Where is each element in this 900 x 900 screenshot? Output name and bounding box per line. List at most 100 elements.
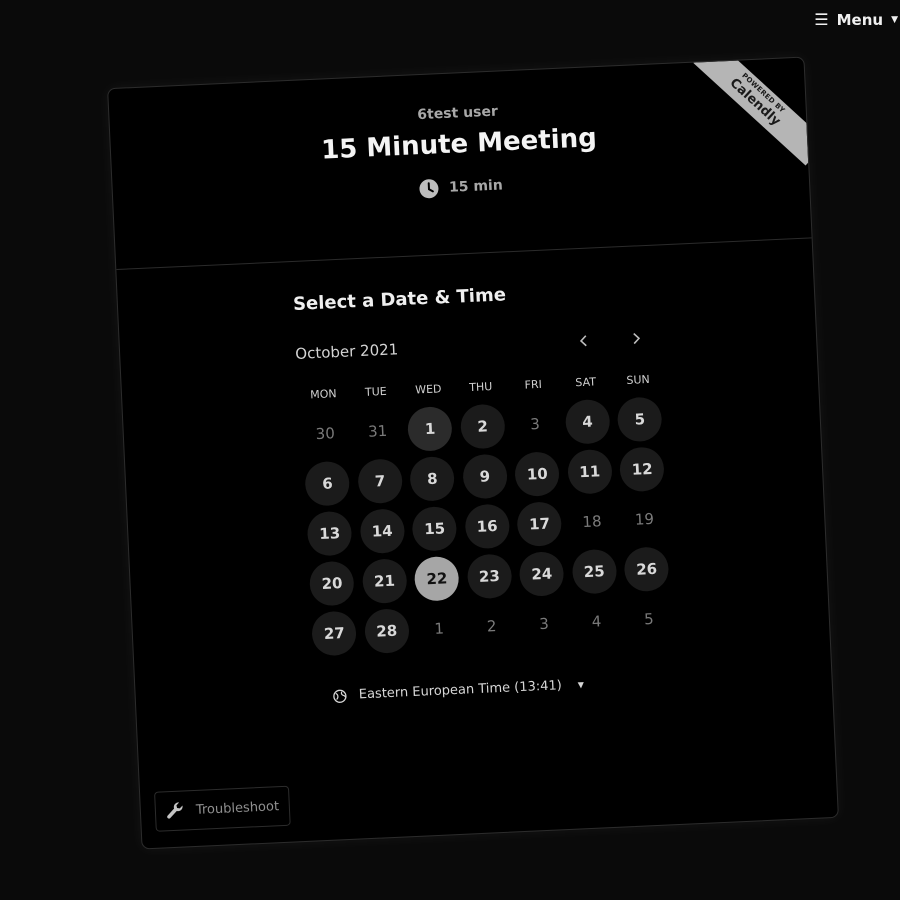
calendar-day-button[interactable]: 1	[407, 405, 454, 452]
calendar-day-button[interactable]: 2	[459, 403, 506, 450]
calendar-day-button[interactable]: 4	[564, 398, 611, 445]
top-menu[interactable]: ☰ Menu ▼	[814, 10, 898, 29]
day-cell: 31	[350, 405, 405, 457]
day-cell: 17	[512, 498, 567, 550]
calendar-day-unavailable: 1	[434, 619, 445, 638]
day-cell: 22	[410, 553, 465, 605]
calendar-day-button[interactable]: 21	[361, 558, 408, 605]
calendar-day-button[interactable]: 22	[413, 555, 460, 602]
wrench-icon	[167, 802, 183, 819]
troubleshoot-label[interactable]: Troubleshoot	[196, 799, 280, 818]
day-cell: 19	[617, 493, 672, 545]
weekday-label: TUE	[364, 384, 388, 399]
booking-card: POWERED BY Calendly 6test user 15 Minute…	[107, 56, 839, 850]
day-cell: 1	[403, 403, 458, 455]
calendar-days-grid: 30 31 1 2 3 4 5 6 7 8 9 10 11 12 13 14 15 16 17 18 19 20 21 22 2…	[298, 393, 677, 659]
section-title: Select a Date & Time	[292, 284, 507, 315]
timezone-selector[interactable]: Eastern European Time (13:41) ▼	[333, 666, 832, 704]
timezone-label[interactable]: Eastern European Time (13:41)	[359, 678, 563, 702]
calendar-day-unavailable: 3	[529, 414, 541, 434]
calendar-day-unavailable: 4	[591, 612, 602, 631]
calendar-day-button[interactable]: 7	[356, 458, 403, 505]
day-cell: 30	[298, 408, 353, 460]
day-cell: 15	[407, 503, 462, 555]
menu-label[interactable]: Menu	[837, 11, 883, 29]
day-cell: 4	[560, 396, 615, 448]
day-cell: 5	[622, 593, 677, 645]
calendar-day-button[interactable]: 17	[516, 501, 563, 548]
duration-label: 15 min	[448, 177, 504, 196]
day-cell: 16	[460, 500, 515, 552]
calendar-day-button[interactable]: 23	[466, 553, 513, 600]
day-cell: 11	[562, 446, 617, 498]
calendar-day-button[interactable]: 8	[409, 455, 456, 502]
calendar-day-button[interactable]: 25	[571, 548, 618, 595]
day-cell: 25	[567, 545, 622, 597]
calendar-day-button[interactable]: 27	[311, 610, 358, 657]
day-cell: 20	[305, 557, 360, 609]
hamburger-icon[interactable]: ☰	[814, 10, 828, 29]
calendar-day-button[interactable]: 6	[304, 460, 351, 507]
clock-icon	[419, 179, 439, 199]
weekday-label: THU	[468, 380, 493, 395]
calendar-day-button[interactable]: 20	[309, 560, 356, 607]
day-cell: 26	[619, 543, 674, 595]
calendar-day-button[interactable]: 11	[566, 448, 613, 495]
calendar-day-unavailable: 3	[538, 614, 550, 634]
calendar-day-button[interactable]: 15	[411, 505, 458, 552]
day-cell: 12	[615, 443, 670, 495]
calendar-day-unavailable: 31	[367, 421, 388, 441]
calendar-day-unavailable: 5	[643, 609, 655, 629]
weekday-label: MON	[309, 387, 337, 402]
calendar-day-unavailable: 2	[486, 617, 497, 636]
troubleshoot-button[interactable]: Troubleshoot	[154, 785, 291, 832]
calendar-day-button[interactable]: 5	[616, 396, 663, 443]
day-cell: 27	[307, 607, 362, 659]
day-cell: 13	[302, 507, 357, 559]
chevron-left-icon	[579, 335, 587, 347]
calendar-day-button[interactable]: 9	[461, 453, 508, 500]
calendar-day-unavailable: 30	[315, 424, 336, 444]
day-cell: 8	[405, 453, 460, 505]
month-row: October 2021	[295, 325, 658, 367]
day-cell: 4	[569, 595, 624, 647]
day-cell: 28	[359, 605, 414, 657]
day-cell: 1	[412, 603, 467, 655]
day-cell: 7	[353, 455, 408, 507]
day-cell: 18	[565, 496, 620, 548]
calendar-day-button[interactable]: 14	[359, 508, 406, 555]
day-cell: 6	[300, 457, 355, 509]
day-cell: 9	[457, 450, 512, 502]
day-cell: 10	[510, 448, 565, 500]
next-month-button[interactable]	[622, 325, 649, 352]
caret-down-icon: ▼	[577, 680, 585, 690]
calendar-section: Select a Date & Time October 2021 MON TU…	[118, 270, 832, 712]
calendar-day-button[interactable]: 10	[514, 451, 561, 498]
day-cell: 23	[462, 550, 517, 602]
calendar-day-button[interactable]: 13	[306, 510, 353, 557]
day-cell: 14	[355, 505, 410, 557]
ribbon-brand: Calendly	[726, 75, 784, 130]
day-cell: 3	[517, 598, 572, 650]
calendar-day-button[interactable]: 12	[619, 446, 666, 493]
weekday-label: FRI	[524, 377, 543, 392]
calendar-day-button[interactable]: 28	[363, 608, 410, 655]
month-label: October 2021	[294, 340, 399, 363]
powered-by-ribbon[interactable]: POWERED BY Calendly	[693, 57, 809, 173]
weekday-label: WED	[414, 382, 442, 397]
calendar-day-button[interactable]: 26	[623, 546, 670, 593]
previous-month-button[interactable]	[570, 327, 597, 354]
calendar-day-unavailable: 18	[582, 512, 602, 532]
day-cell: 21	[357, 555, 412, 607]
chevron-right-icon	[633, 332, 641, 345]
calendar-day-button[interactable]: 24	[518, 551, 565, 597]
day-cell: 5	[613, 393, 668, 445]
day-cell: 2	[455, 400, 510, 452]
calendar-day-button[interactable]: 16	[464, 503, 511, 550]
weekday-label: SAT	[575, 375, 597, 390]
globe-icon	[333, 689, 347, 703]
calendar-day-unavailable: 19	[634, 509, 655, 529]
caret-down-icon: ▼	[891, 14, 898, 25]
day-cell: 3	[508, 398, 563, 450]
day-cell: 2	[464, 600, 519, 652]
